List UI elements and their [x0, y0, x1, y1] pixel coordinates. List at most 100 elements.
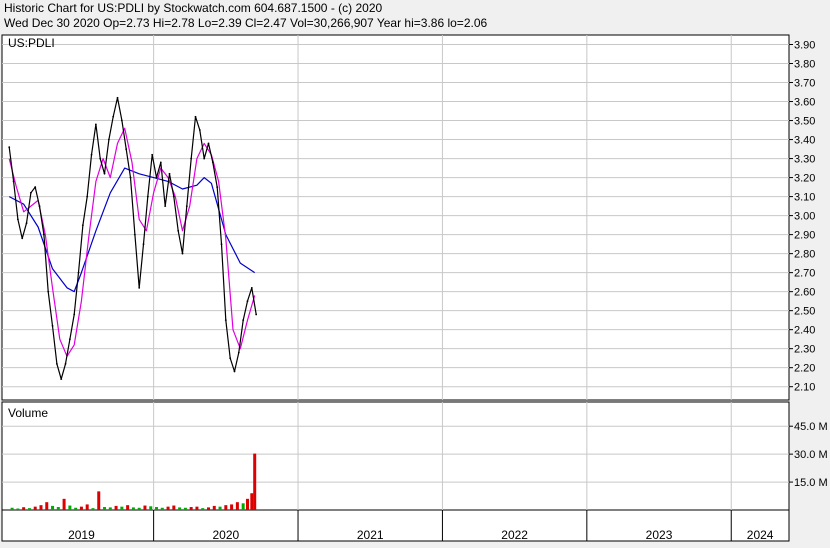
- volume-bar: [22, 507, 26, 510]
- volume-bar: [33, 506, 37, 510]
- volume-panel: [1, 401, 790, 511]
- symbol-label: US:PDLI: [8, 36, 55, 50]
- price-point: [81, 224, 84, 227]
- price-point: [133, 233, 136, 236]
- price-point: [198, 129, 201, 131]
- volume-bar: [120, 506, 124, 510]
- volume-bar: [56, 507, 60, 510]
- price-point: [29, 191, 32, 194]
- volume-bar: [230, 504, 234, 510]
- price-point: [233, 370, 236, 373]
- price-tick-label: 3.80: [794, 59, 815, 71]
- volume-bar: [74, 507, 78, 510]
- price-tick-label: 3.70: [794, 78, 815, 90]
- price-point: [203, 157, 206, 160]
- price-point: [250, 286, 253, 289]
- price-point: [34, 186, 37, 188]
- price-point: [242, 319, 245, 322]
- volume-bar: [79, 506, 83, 510]
- year-label: 2022: [501, 528, 528, 542]
- volume-bar: [224, 505, 228, 510]
- price-point: [77, 271, 80, 274]
- volume-bar: [212, 505, 216, 510]
- volume-bar: [245, 498, 249, 510]
- volume-bar: [108, 507, 112, 510]
- price-point: [172, 195, 175, 198]
- price-tick-label: 3.40: [794, 135, 815, 147]
- price-point: [142, 243, 145, 246]
- price-point: [107, 138, 110, 141]
- price-point: [86, 195, 89, 198]
- volume-bar: [131, 507, 135, 510]
- volume-axis: 45.0 M 30.0 M 15.0 M: [789, 421, 828, 489]
- price-point: [99, 157, 102, 160]
- volume-bar: [126, 505, 130, 510]
- volume-bar: [27, 508, 31, 510]
- price-point: [138, 286, 141, 289]
- price-point: [120, 119, 123, 122]
- volume-bar: [62, 498, 66, 510]
- volume-bar: [160, 507, 164, 510]
- price-point: [90, 153, 93, 156]
- year-label: 2020: [212, 528, 239, 542]
- volume-bar: [45, 502, 49, 510]
- price-tick-label: 2.40: [794, 325, 815, 337]
- price-point: [211, 161, 214, 164]
- volume-bar: [250, 493, 254, 510]
- price-point: [246, 300, 249, 303]
- price-point: [181, 252, 184, 255]
- price-point: [237, 351, 240, 354]
- volume-tick-label: 15.0 M: [794, 477, 828, 489]
- price-tick-label: 2.90: [794, 230, 815, 242]
- volume-bar: [172, 505, 176, 510]
- volume-bar: [114, 505, 118, 510]
- volume-bar: [206, 507, 210, 510]
- price-tick-label: 2.30: [794, 344, 815, 356]
- price-tick-label: 3.60: [794, 97, 815, 109]
- volume-bar: [241, 503, 245, 510]
- header-line-1: Historic Chart for US:PDLI by Stockwatch…: [4, 1, 382, 15]
- volume-bar: [51, 505, 55, 510]
- price-tick-label: 3.90: [794, 40, 815, 52]
- price-point: [60, 378, 63, 380]
- price-point: [94, 123, 97, 126]
- price-point: [42, 233, 45, 236]
- price-point: [129, 176, 132, 179]
- volume-bar: [16, 508, 20, 510]
- price-point: [146, 195, 149, 198]
- volume-bar: [85, 504, 89, 510]
- price-tick-label: 2.70: [794, 268, 815, 280]
- volume-bar: [218, 506, 222, 510]
- price-point: [177, 229, 180, 232]
- price-point: [21, 237, 24, 240]
- volume-bar: [195, 506, 199, 510]
- price-tick-label: 2.10: [794, 382, 815, 394]
- price-point: [73, 313, 76, 316]
- price-point: [155, 176, 158, 179]
- price-point: [220, 243, 223, 246]
- volume-bar: [68, 505, 72, 510]
- price-point: [125, 148, 128, 150]
- year-label: 2024: [747, 528, 774, 542]
- volume-bar: [201, 508, 205, 510]
- price-point: [55, 362, 58, 365]
- price-tick-label: 3.30: [794, 154, 815, 166]
- price-tick-label: 3.50: [794, 116, 815, 128]
- year-label: 2021: [357, 528, 384, 542]
- price-tick-label: 2.50: [794, 306, 815, 318]
- stockwatch-historic-chart: Historic Chart for US:PDLI by Stockwatch…: [0, 0, 830, 543]
- volume-bar: [155, 507, 159, 510]
- volume-label: Volume: [8, 406, 48, 420]
- volume-bar: [91, 508, 95, 510]
- volume-bar: [178, 507, 182, 510]
- price-point: [51, 324, 54, 327]
- price-tick-label: 3.00: [794, 211, 815, 223]
- volume-bar: [103, 507, 107, 510]
- price-panel: [1, 34, 790, 401]
- volume-tick-label: 45.0 M: [794, 421, 828, 433]
- volume-bar: [137, 507, 141, 510]
- price-point: [16, 218, 19, 221]
- price-point: [159, 161, 162, 164]
- price-point: [12, 180, 15, 183]
- price-point: [229, 357, 232, 360]
